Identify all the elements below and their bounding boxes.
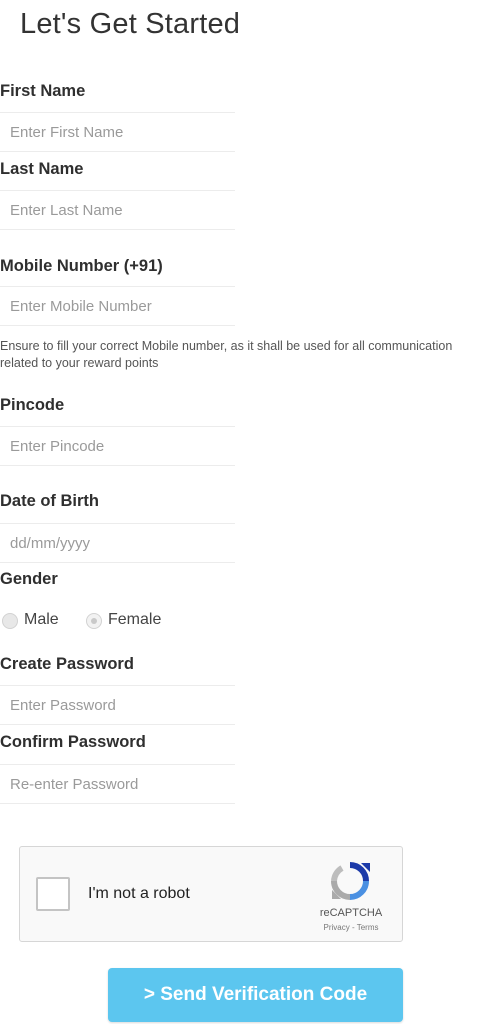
recaptcha-label: I'm not a robot <box>88 885 190 902</box>
recaptcha-checkbox[interactable] <box>36 877 70 911</box>
last-name-label: Last Name <box>0 160 84 178</box>
gender-radio-group: Male Female <box>0 611 260 631</box>
recaptcha-links[interactable]: Privacy - Terms <box>316 923 386 932</box>
confirm-password-label: Confirm Password <box>0 733 146 751</box>
mobile-number-label: Mobile Number (+91) <box>0 257 163 275</box>
first-name-label: First Name <box>0 82 86 100</box>
gender-female-radio[interactable] <box>86 613 102 629</box>
first-name-input[interactable] <box>0 112 235 152</box>
last-name-input[interactable] <box>0 190 235 230</box>
create-password-label: Create Password <box>0 655 134 673</box>
create-password-input[interactable] <box>0 685 235 725</box>
pincode-label: Pincode <box>0 396 65 414</box>
dob-label: Date of Birth <box>0 492 99 510</box>
recaptcha-widget: I'm not a robot reCAPTCHA Privacy - Term… <box>19 846 403 942</box>
pincode-input[interactable] <box>0 426 235 466</box>
recaptcha-brand: reCAPTCHA <box>319 907 383 919</box>
gender-male-label[interactable]: Male <box>24 611 59 629</box>
mobile-number-input[interactable] <box>0 286 235 326</box>
dob-input[interactable] <box>0 523 235 563</box>
gender-male-radio[interactable] <box>2 613 18 629</box>
page-title: Let's Get Started <box>20 8 241 40</box>
gender-female-label[interactable]: Female <box>108 611 161 629</box>
confirm-password-input[interactable] <box>0 764 235 804</box>
gender-label: Gender <box>0 570 58 588</box>
recaptcha-logo-icon <box>331 862 370 900</box>
send-verification-code-button[interactable]: > Send Verification Code <box>108 968 403 1022</box>
mobile-help-text: Ensure to fill your correct Mobile numbe… <box>0 339 453 370</box>
